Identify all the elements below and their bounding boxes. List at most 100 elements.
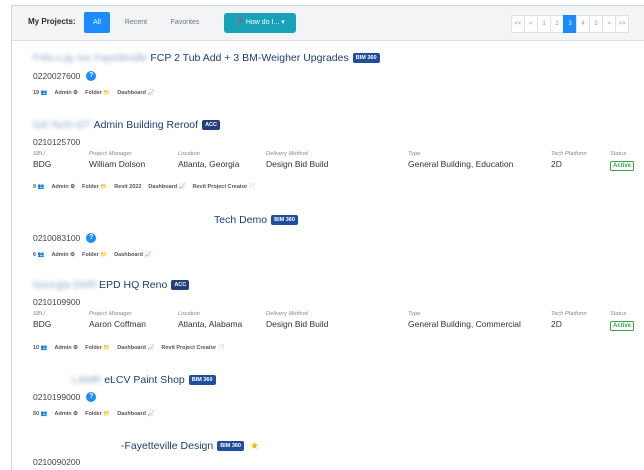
platform-value: 2D (551, 319, 562, 329)
platform-value: 2D (551, 159, 562, 169)
how-do-i-dropdown[interactable]: ❓ How do I... ▾ (224, 13, 296, 33)
folder-link[interactable]: Folder 📁 (85, 345, 110, 351)
dashboard-link[interactable]: Dashboard 📈 (117, 90, 154, 96)
redacted-client: Frito-Lay Inc Fayetteville (33, 52, 148, 64)
revit-project-creator-link[interactable]: Revit Project Creator 📄 (161, 345, 224, 351)
project-number: 0210090200 (33, 457, 81, 467)
admin-link[interactable]: Admin ⚙ (55, 345, 79, 351)
dashboard-link[interactable]: Dashboard 📈 (117, 345, 154, 351)
location-field: Location Atlanta, Alabama (178, 311, 242, 329)
revit-link[interactable]: Revit 2022 (114, 184, 141, 190)
acc-badge: ACC (171, 280, 190, 290)
project-title[interactable]: Tech Demo BIM 360 (214, 213, 298, 227)
page-prev-button[interactable]: < (524, 15, 538, 33)
bim360-badge: BIM 360 (188, 375, 216, 385)
platform-label: Tech Platform (551, 151, 587, 157)
sbu-field: SBU BDG (33, 151, 51, 169)
project-title[interactable]: Georgia DNR EPD HQ Reno ACC (33, 278, 190, 292)
admin-link[interactable]: Admin ⚙ (55, 411, 79, 417)
my-projects-label: My Projects: (28, 17, 76, 26)
pm-label: Project Manager (89, 311, 132, 317)
delivery-field: Delivery Method Design Bid Build (266, 311, 328, 329)
page-first-button[interactable]: << (511, 15, 525, 33)
delivery-label: Delivery Method (266, 151, 308, 157)
help-icon[interactable]: ? (86, 71, 97, 81)
page-2-button[interactable]: 2 (550, 15, 564, 33)
projects-toolbar: My Projects: All Recent Favorites ❓ How … (12, 6, 644, 41)
dashboard-link[interactable]: Dashboard 📈 (114, 252, 151, 258)
page-1-button[interactable]: 1 (537, 15, 551, 33)
members-count[interactable]: 50 👥 (33, 411, 48, 417)
admin-link[interactable]: Admin ⚙ (51, 252, 75, 258)
acc-badge: ACC (202, 120, 220, 130)
project-links: 6 👥 Admin ⚙ Folder 📁 Dashboard 📈 (33, 252, 158, 258)
favorite-star-icon[interactable]: ★ (250, 441, 259, 452)
sbu-label: SBU (33, 311, 45, 317)
redacted-client: LAMR (72, 374, 102, 386)
project-number: 0210125700 (33, 137, 81, 147)
folder-link[interactable]: Folder 📁 (85, 90, 110, 96)
project-title[interactable]: Frito-Lay Inc Fayetteville FCP 2 Tub Add… (33, 51, 380, 65)
project-name: Tech Demo (214, 214, 268, 226)
folder-link[interactable]: Folder 📁 (82, 184, 107, 190)
revit-project-creator-link[interactable]: Revit Project Creator 📄 (193, 184, 256, 190)
redacted-client: GA Tech-GT (33, 119, 91, 131)
pm-field: Project Manager William Dolson (89, 151, 145, 169)
page-5-button[interactable]: 5 (589, 15, 603, 33)
type-value: General Building, Education (408, 159, 514, 169)
projects-panel: My Projects: All Recent Favorites ❓ How … (11, 5, 644, 470)
sbu-value: BDG (33, 319, 52, 329)
delivery-field: Delivery Method Design Bid Build (266, 151, 328, 169)
status-badge: Active (610, 321, 635, 331)
page-last-button[interactable]: >> (615, 15, 629, 33)
project-name: EPD HQ Reno (99, 279, 168, 291)
members-count[interactable]: 19 👥 (33, 90, 48, 96)
delivery-value: Design Bid Build (266, 159, 329, 169)
project-links: 10 👥 Admin ⚙ Folder 📁 Dashboard 📈 Revit … (33, 345, 231, 351)
location-label: Location (178, 311, 200, 317)
members-count[interactable]: 10 👥 (33, 345, 48, 351)
help-icon[interactable]: ? (86, 233, 97, 243)
tab-favorites[interactable]: Favorites (162, 12, 208, 33)
help-icon[interactable]: ? (86, 392, 97, 402)
dashboard-link[interactable]: Dashboard 📈 (148, 184, 185, 190)
project-links: 50 👥 Admin ⚙ Folder 📁 Dashboard 📈 (33, 411, 161, 417)
folder-link[interactable]: Folder 📁 (85, 411, 110, 417)
status-label: Status (610, 311, 627, 317)
type-field: Type General Building, Commercial (408, 311, 521, 329)
project-number-row: 0210109900 (33, 297, 80, 307)
status-badge: Active (610, 161, 635, 171)
folder-link[interactable]: Folder 📁 (82, 252, 107, 258)
pm-value: Aaron Coffman (89, 319, 147, 329)
location-field: Location Atlanta, Georgia (178, 151, 239, 169)
project-number: 0210109900 (33, 297, 81, 307)
sbu-value: BDG (33, 159, 52, 169)
members-count[interactable]: 9 👥 (33, 184, 44, 190)
members-count[interactable]: 6 👥 (33, 252, 44, 258)
project-number-row: 0210199000 ? (33, 392, 97, 402)
tab-all[interactable]: All (84, 12, 110, 33)
sbu-label: SBU (33, 151, 45, 157)
type-label: Type (408, 311, 421, 317)
location-label: Location (178, 151, 200, 157)
page-4-button[interactable]: 4 (576, 15, 590, 33)
tab-recent[interactable]: Recent (118, 12, 154, 33)
project-title[interactable]: GA Tech-GT Admin Building Reroof ACC (33, 118, 220, 132)
page-3-button[interactable]: 3 (563, 15, 577, 33)
pm-value: William Dolson (89, 159, 146, 169)
type-value: General Building, Commercial (408, 319, 521, 329)
project-title[interactable]: -Fayetteville Design BIM 360 ★ (121, 439, 259, 453)
page-next-button[interactable]: > (602, 15, 616, 33)
status-label: Status (610, 151, 627, 157)
location-value: Atlanta, Georgia (178, 159, 240, 169)
pagination: << < 1 2 3 4 5 > >> (511, 15, 629, 33)
project-number-row: 0210090200 (33, 457, 80, 467)
sbu-field: SBU BDG (33, 311, 51, 329)
admin-link[interactable]: Admin ⚙ (55, 90, 79, 96)
admin-link[interactable]: Admin ⚙ (51, 184, 75, 190)
type-label: Type (408, 151, 421, 157)
project-title[interactable]: LAMR eLCV Paint Shop BIM 360 (72, 373, 216, 387)
redacted-client: Georgia DNR (33, 279, 97, 291)
project-links: 9 👥 Admin ⚙ Folder 📁 Revit 2022 Dashboar… (33, 184, 263, 190)
dashboard-link[interactable]: Dashboard 📈 (117, 411, 154, 417)
